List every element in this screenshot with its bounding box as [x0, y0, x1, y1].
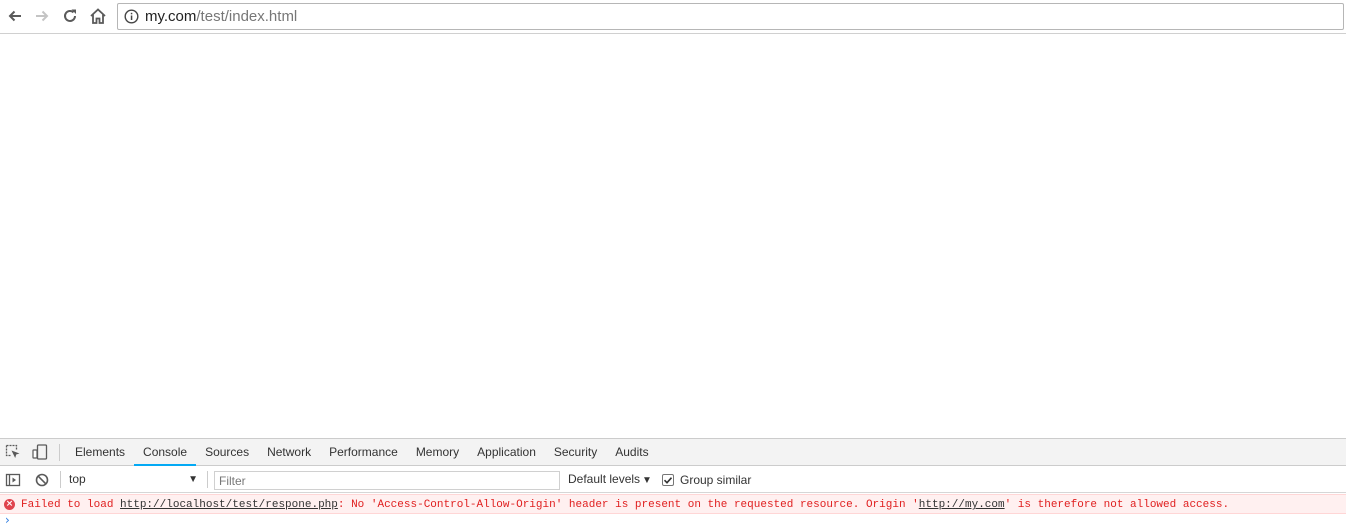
devtools-tabs: Elements Console Sources Network Perform… — [66, 439, 658, 466]
error-text: Failed to load http://localhost/test/res… — [21, 498, 1229, 512]
url-path: /test/index.html — [196, 8, 298, 25]
tab-network[interactable]: Network — [258, 439, 320, 466]
chevron-right-icon: › — [5, 513, 10, 527]
dropdown-arrow-icon: ▼ — [642, 475, 652, 486]
devtools-panel: Elements Console Sources Network Perform… — [0, 438, 1346, 527]
reload-button[interactable] — [58, 4, 82, 28]
toolbar-divider — [207, 471, 208, 488]
tab-security[interactable]: Security — [545, 439, 606, 466]
tab-audits[interactable]: Audits — [606, 439, 657, 466]
context-selector[interactable]: top ▼ — [66, 470, 202, 489]
checkmark-icon — [663, 476, 673, 484]
group-similar-checkbox[interactable] — [662, 473, 674, 486]
tab-performance[interactable]: Performance — [320, 439, 407, 466]
back-button[interactable] — [3, 4, 27, 28]
page-content — [0, 35, 1346, 438]
tab-sources[interactable]: Sources — [196, 439, 258, 466]
tab-memory[interactable]: Memory — [407, 439, 468, 466]
home-button[interactable] — [86, 4, 110, 28]
error-icon: × — [4, 499, 15, 510]
filter-input[interactable] — [214, 471, 560, 490]
clear-console-icon[interactable] — [34, 472, 50, 488]
toolbar-divider — [59, 444, 60, 461]
error-text-part3: ' is therefore not allowed access. — [1004, 499, 1230, 511]
back-arrow-icon — [8, 10, 21, 22]
console-error-message: × Failed to load http://localhost/test/r… — [0, 494, 1346, 514]
browser-toolbar: my.com/test/index.html — [0, 0, 1346, 34]
reload-icon — [64, 9, 76, 22]
toolbar-divider — [60, 471, 61, 488]
error-link-resource[interactable]: http://localhost/test/respone.php — [120, 499, 338, 511]
url-text[interactable]: my.com/test/index.html — [145, 8, 297, 26]
forward-arrow-icon — [36, 10, 49, 22]
log-levels-label: Default levels — [568, 472, 641, 486]
home-icon — [90, 8, 106, 24]
group-similar-option[interactable]: Group similar — [662, 471, 751, 488]
device-toolbar-icon[interactable] — [32, 444, 48, 460]
group-similar-label: Group similar — [680, 472, 752, 487]
inspect-element-icon[interactable] — [5, 444, 21, 460]
error-text-part1: Failed to load — [21, 499, 121, 511]
console-toolbar: top ▼ Default levels▼ Group similar — [0, 466, 1346, 493]
tab-application[interactable]: Application — [468, 439, 545, 466]
error-link-origin[interactable]: http://my.com — [919, 499, 1005, 511]
forward-button[interactable] — [30, 4, 54, 28]
log-levels-dropdown[interactable]: Default levels ▼ — [568, 470, 652, 489]
error-text-part2: : No 'Access-Control-Allow-Origin' heade… — [337, 499, 919, 511]
tab-elements[interactable]: Elements — [66, 439, 134, 466]
url-host: my.com — [145, 8, 197, 25]
address-bar[interactable]: my.com/test/index.html — [117, 3, 1344, 30]
context-value: top — [69, 472, 86, 486]
info-icon[interactable] — [124, 9, 139, 24]
tab-console[interactable]: Console — [134, 439, 197, 466]
console-prompt-row[interactable]: › — [0, 513, 1346, 527]
devtools-tabbar: Elements Console Sources Network Perform… — [0, 439, 1346, 466]
dropdown-arrow-icon: ▼ — [188, 474, 198, 485]
console-sidebar-icon[interactable] — [5, 472, 21, 488]
